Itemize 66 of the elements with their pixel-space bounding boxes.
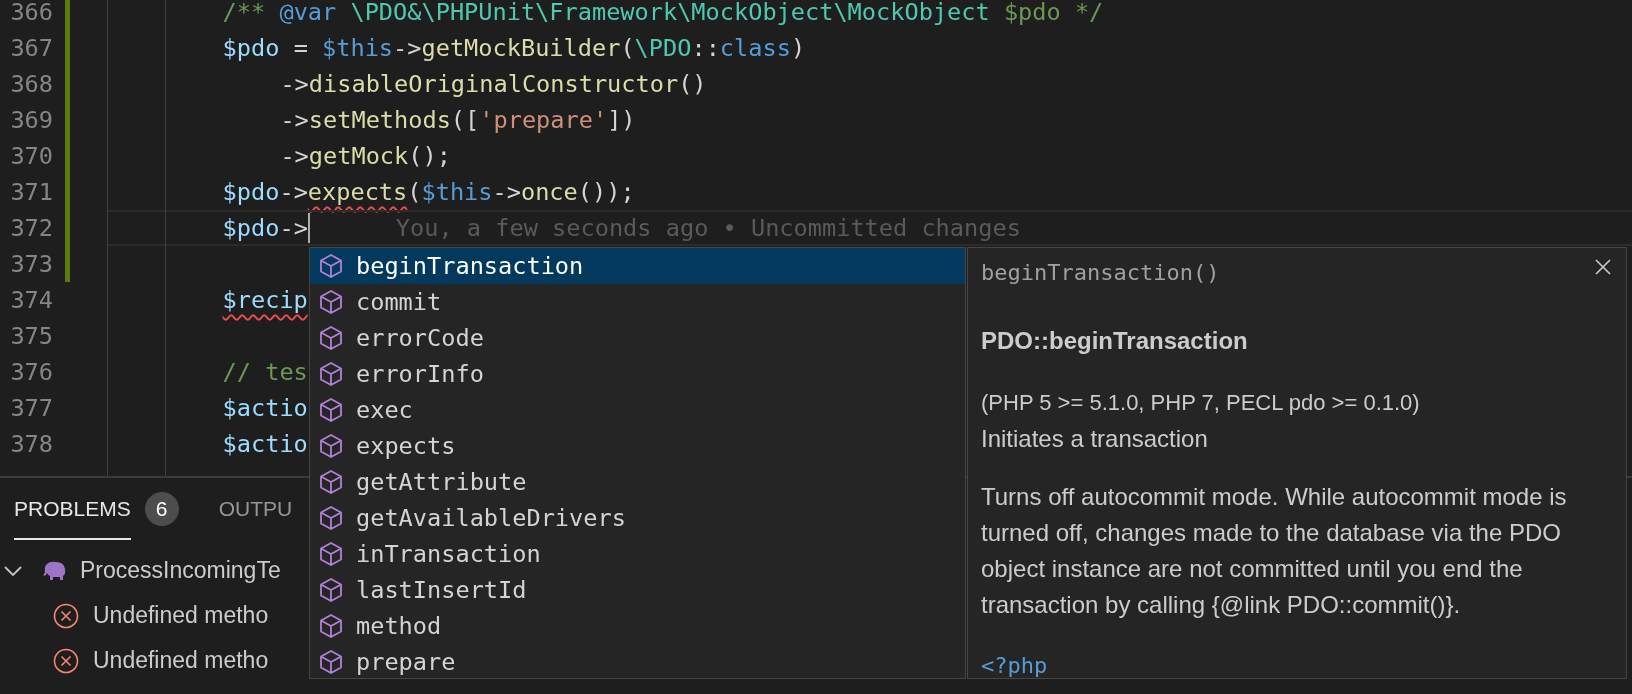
suggestion-item[interactable]: expects <box>310 428 965 464</box>
code-line: $pdo = $this->getMockBuilder(\PDO::class) <box>222 34 806 62</box>
problem-message[interactable]: Undefined metho <box>93 647 269 674</box>
line-number: 377 <box>9 394 53 422</box>
suggestion-item[interactable]: commit <box>310 284 965 320</box>
doc-summary: Initiates a transaction <box>981 424 1209 454</box>
line-number: 376 <box>9 358 53 386</box>
suggestion-item[interactable]: errorInfo <box>310 356 965 392</box>
cube-icon <box>318 325 344 351</box>
code-line: $actio <box>222 430 308 458</box>
cube-icon <box>318 505 344 531</box>
line-number: 366 <box>9 0 53 26</box>
panel-tab[interactable]: PROBLEMS <box>14 478 131 540</box>
cube-icon <box>318 541 344 567</box>
doc-heading: PDO::beginTransaction <box>981 327 1249 355</box>
suggestion-item[interactable]: getAttribute <box>310 464 965 500</box>
version-info: (PHP 5 >= 5.1.0, PHP 7, PECL pdo >= 0.1.0) <box>981 389 1421 417</box>
error-icon <box>53 647 79 674</box>
blame-annotation: You, a few seconds ago • Uncommitted changes <box>395 214 1021 242</box>
cube-icon <box>318 397 344 423</box>
close-icon[interactable] <box>1594 258 1612 276</box>
suggestion-item[interactable]: prepare <box>310 644 965 680</box>
suggestion-item[interactable]: beginTransaction <box>310 248 965 284</box>
line-number: 371 <box>9 178 53 206</box>
suggestion-item[interactable]: method <box>310 608 965 644</box>
line-number: 374 <box>9 286 53 314</box>
text-cursor <box>307 213 310 243</box>
count-badge: 6 <box>144 492 179 526</box>
code-line: $pdo->expects($this->once()); <box>222 178 635 206</box>
code-line: ->disableOriginalConstructor() <box>280 70 707 98</box>
line-number: 378 <box>9 430 53 458</box>
elephant-icon <box>42 560 68 581</box>
code-line: /** @var \PDO&\PHPUnit\Framework\MockObject\MockObject $pdo */ <box>222 0 1104 26</box>
code-line: $recip <box>222 286 308 314</box>
line-number: 368 <box>9 70 53 98</box>
suggestion-item[interactable]: lastInsertId <box>310 572 965 608</box>
line-number: 373 <box>9 250 53 278</box>
code-snippet: <?php <box>981 653 1049 678</box>
line-number: 367 <box>9 34 53 62</box>
suggestion-item[interactable]: exec <box>310 392 965 428</box>
method-signature: beginTransaction() <box>981 260 1221 285</box>
suggestion-item[interactable]: errorCode <box>310 320 965 356</box>
cube-icon <box>318 649 344 675</box>
code-line: ->getMock(); <box>280 142 451 170</box>
cube-icon <box>318 433 344 459</box>
error-icon <box>53 602 79 629</box>
doc-description: Turns off autocommit mode. While autocommit mode is turned off, changes made to the database via the PDO object instance are not committed until you end the transaction by calling {@link PDO::commit()}. <box>981 482 1568 620</box>
code-line: // tes <box>222 358 308 386</box>
line-number: 369 <box>9 106 53 134</box>
cube-icon <box>318 289 344 315</box>
cube-icon <box>318 253 344 279</box>
cube-icon <box>318 469 344 495</box>
panel-tab[interactable]: OUTPU <box>218 478 293 540</box>
line-number: 372 <box>9 214 53 242</box>
suggestion-item[interactable]: inTransaction <box>310 536 965 572</box>
code-line: ->setMethods(['prepare']) <box>280 106 636 134</box>
code-line: $actio <box>222 394 308 422</box>
problem-message[interactable]: Undefined metho <box>93 602 269 629</box>
cube-icon <box>318 361 344 387</box>
cube-icon <box>318 577 344 603</box>
suggestion-item[interactable]: getAvailableDrivers <box>310 500 965 536</box>
code-line: $pdo-> <box>222 214 308 242</box>
line-number: 370 <box>9 142 53 170</box>
cube-icon <box>318 613 344 639</box>
file-name[interactable]: ProcessIncomingTe <box>80 557 281 584</box>
line-number: 375 <box>9 322 53 350</box>
